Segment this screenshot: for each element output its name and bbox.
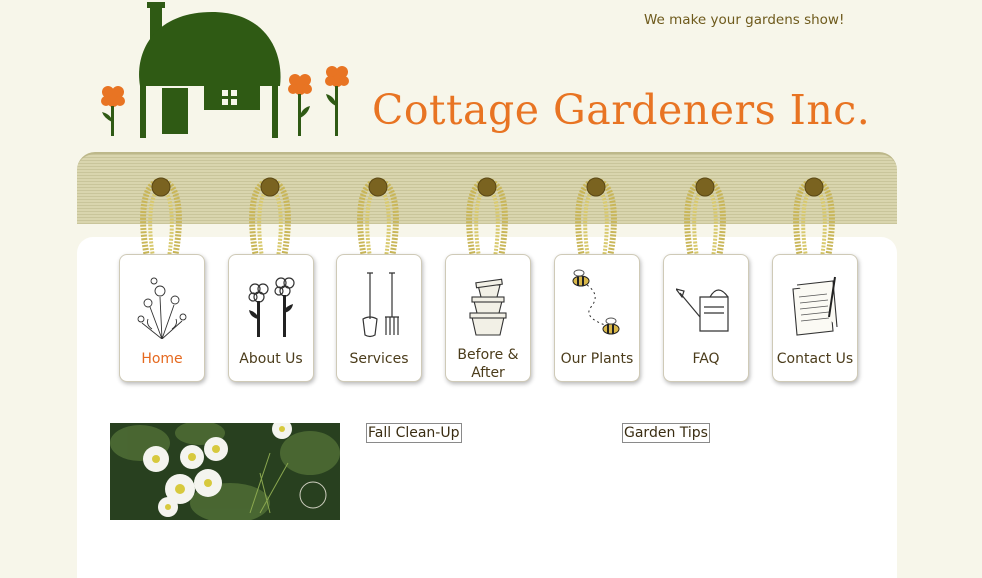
nav-card[interactable]: Before & After — [445, 254, 531, 382]
garden-tools-icon — [362, 272, 399, 338]
bees-icon — [572, 269, 620, 335]
nav-label: About Us — [239, 351, 303, 367]
rope-hanger-icon — [684, 177, 726, 257]
rope-hanger-icon — [575, 177, 617, 257]
rope-hanger-icon — [140, 177, 182, 257]
nav-card[interactable]: About Us — [228, 254, 314, 382]
garden-tips-link[interactable]: Garden Tips — [622, 423, 710, 443]
rope-hanger-icon — [793, 177, 835, 257]
rope-hanger-icon — [357, 177, 399, 257]
tagline: We make your gardens show! — [644, 12, 845, 28]
site-name[interactable]: Cottage Gardeners Inc. — [372, 86, 870, 134]
flowers-bouquet-icon — [137, 277, 187, 339]
cottage-logo-icon[interactable] — [96, 0, 366, 145]
nav-card[interactable]: Home — [119, 254, 205, 382]
nav-label: Our Plants — [560, 351, 634, 367]
flower-pots-icon — [469, 278, 507, 336]
notepad-icon — [792, 276, 838, 336]
nav-label: Home — [141, 351, 183, 367]
fall-cleanup-link[interactable]: Fall Clean-Up — [366, 423, 462, 443]
white-anemone-flowers-icon — [110, 423, 340, 520]
nav-card[interactable]: Contact Us — [772, 254, 858, 382]
nav-label: Before & After — [457, 347, 519, 381]
nav-card[interactable]: Services — [336, 254, 422, 382]
nav-card[interactable]: FAQ — [663, 254, 749, 382]
rope-hanger-icon — [249, 177, 291, 257]
nav-label: Services — [349, 351, 409, 367]
watering-can-icon — [676, 288, 729, 332]
two-flowers-icon — [248, 277, 295, 337]
anemone-photo[interactable] — [110, 423, 340, 520]
nav-label: FAQ — [692, 351, 720, 367]
rope-hanger-icon — [466, 177, 508, 257]
nav-label: Contact Us — [776, 351, 854, 367]
nav-card[interactable]: Our Plants — [554, 254, 640, 382]
